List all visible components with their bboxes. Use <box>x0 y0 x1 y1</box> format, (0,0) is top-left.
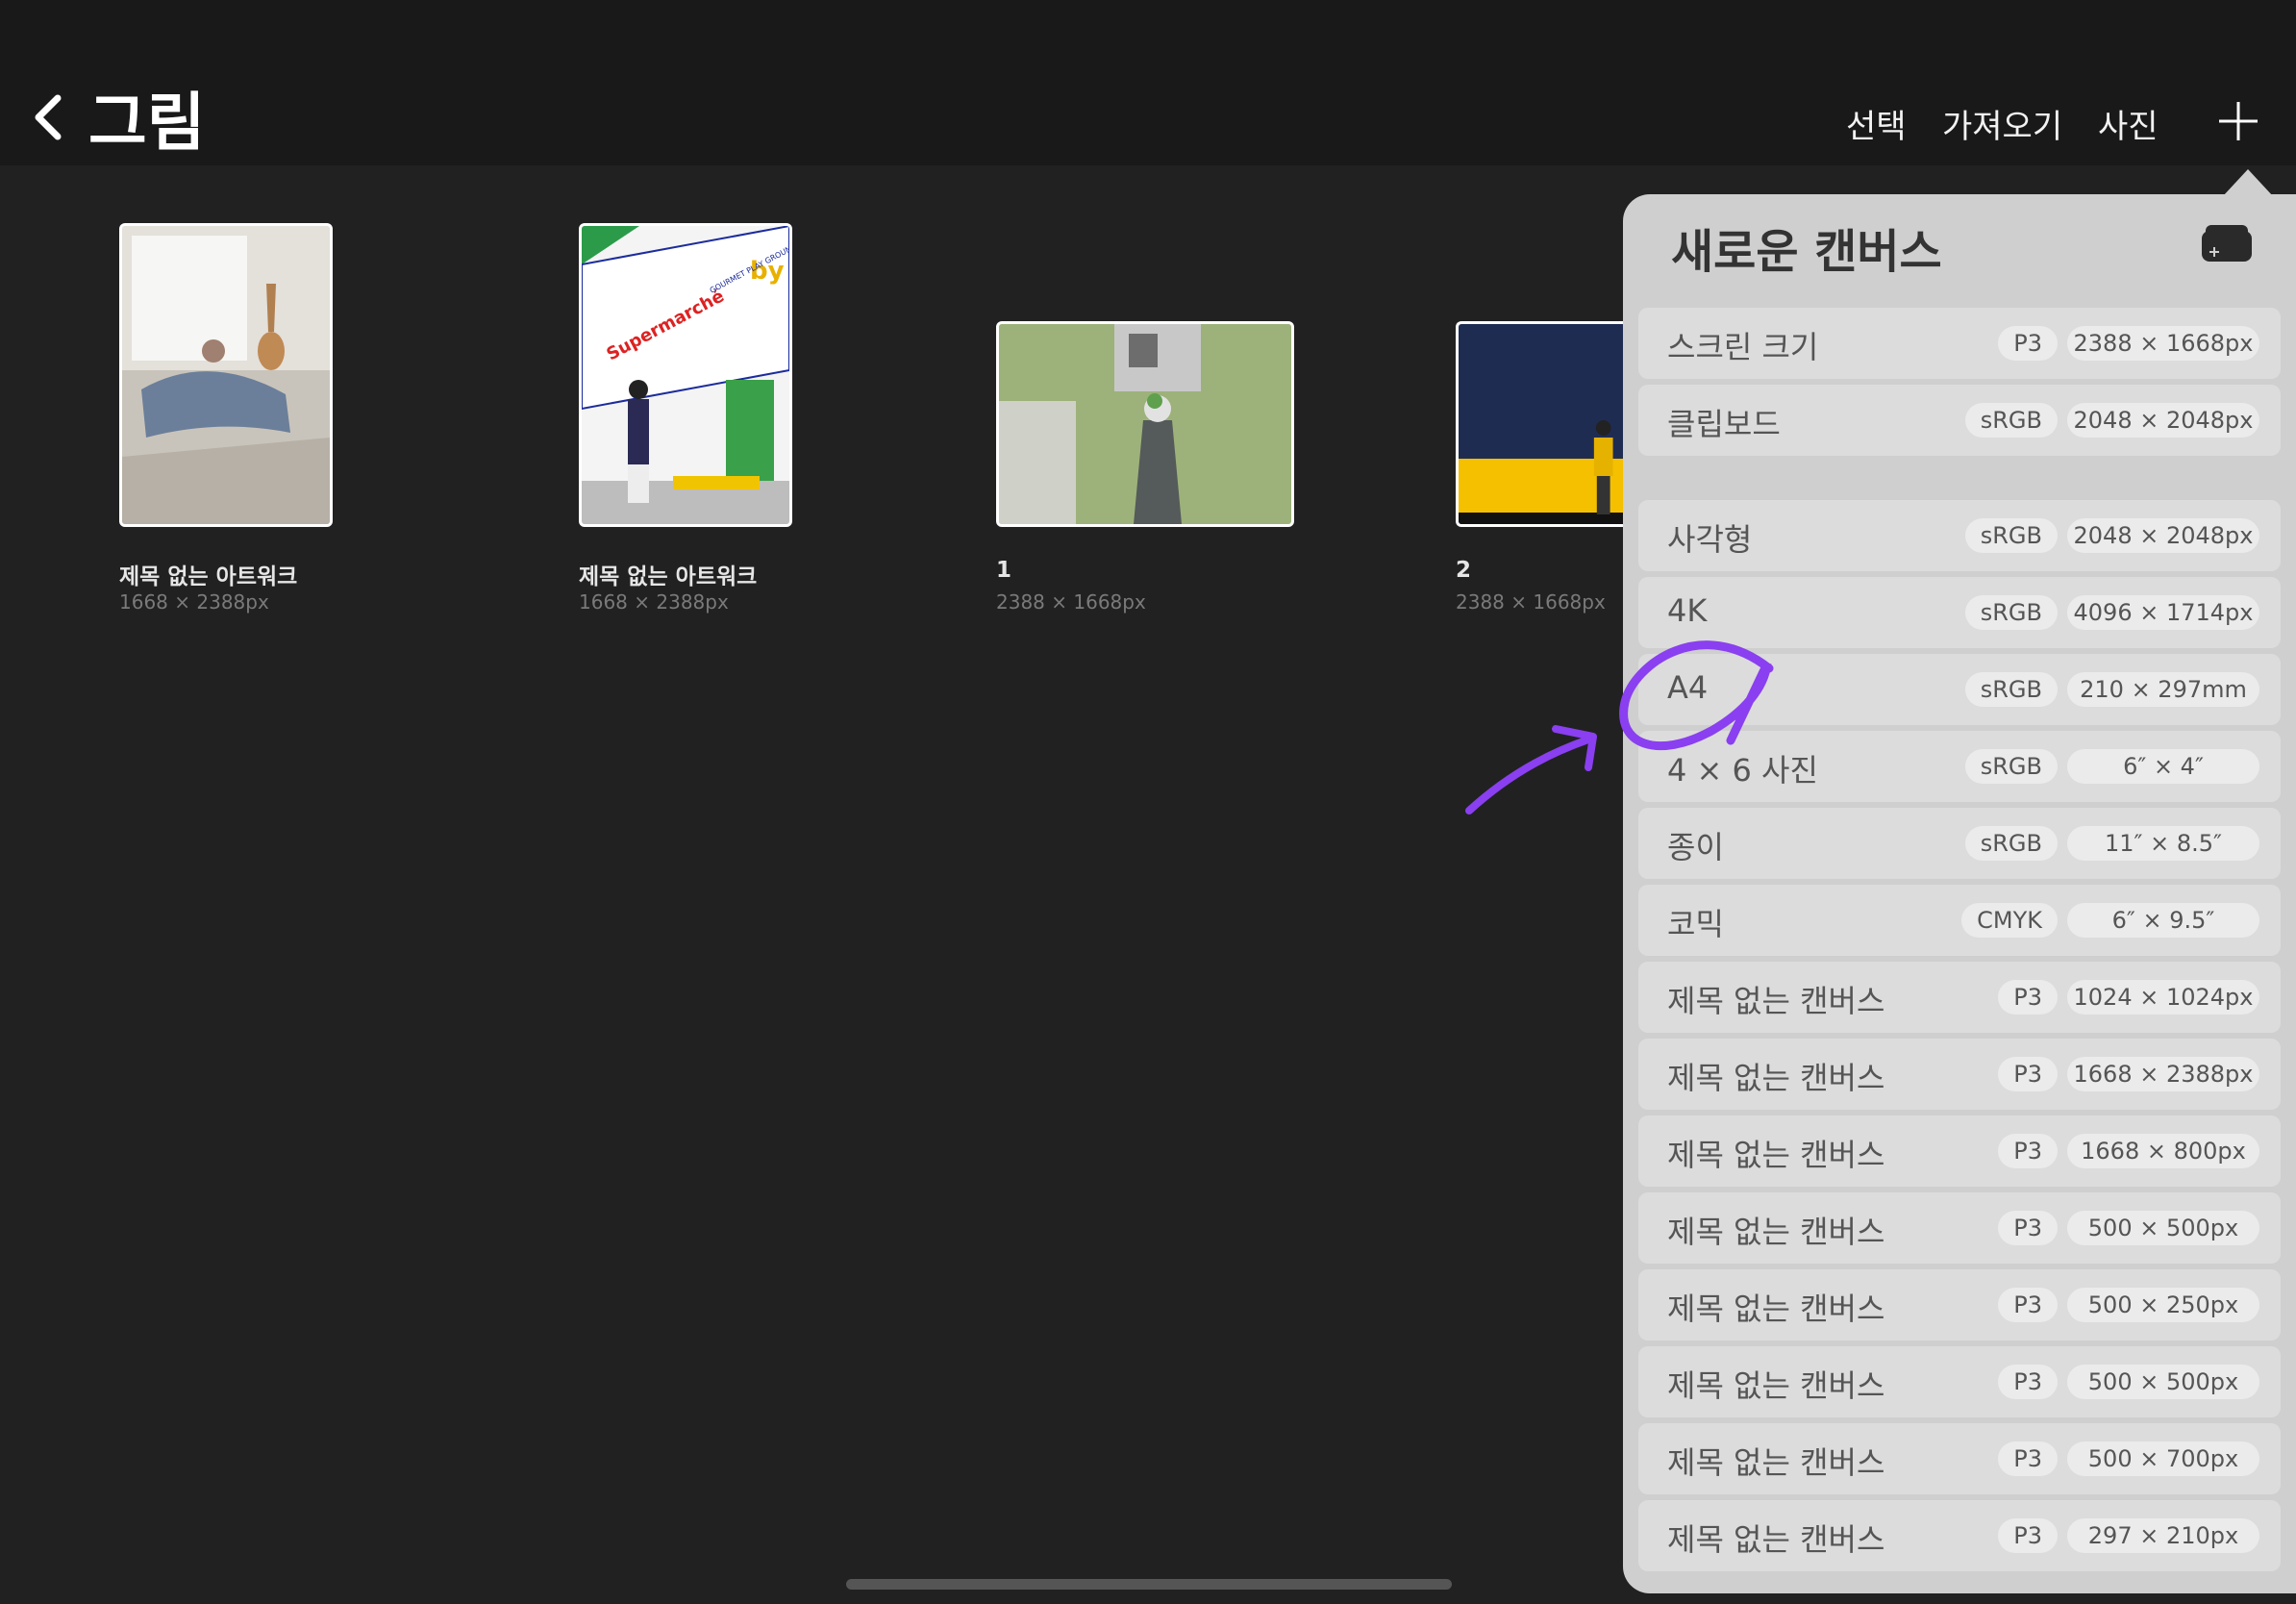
popover-title: 새로운 캔버스 <box>1671 225 1942 279</box>
dimensions-badge: 1024 × 1024px <box>2067 980 2259 1015</box>
dimensions-badge: 6″ × 4″ <box>2067 749 2259 784</box>
artwork-size: 1668 × 2388px <box>579 590 729 614</box>
artwork-thumbnail[interactable] <box>1456 321 1648 527</box>
canvas-preset-row[interactable]: 제목 없는 캔버스 P3 500 × 250px <box>1638 1269 2281 1341</box>
add-canvas-button[interactable] <box>2217 100 2259 142</box>
artwork-name: 2 <box>1456 558 1472 583</box>
preset-label: 제목 없는 캔버스 <box>1667 983 1885 1019</box>
colorspace-badge: sRGB <box>1964 403 2058 438</box>
canvas-preset-row[interactable]: 제목 없는 캔버스 P3 297 × 210px <box>1638 1500 2281 1571</box>
canvas-preset-row[interactable]: A4 sRGB 210 × 297mm <box>1638 654 2281 725</box>
ivy-wall-photo <box>999 324 1291 524</box>
colorspace-badge: P3 <box>1998 1441 2058 1476</box>
colorspace-badge: sRGB <box>1964 518 2058 553</box>
colorspace-badge: CMYK <box>1961 903 2058 938</box>
dimensions-badge: 4096 × 1714px <box>2067 595 2259 630</box>
colorspace-badge: P3 <box>1998 1518 2058 1553</box>
dimensions-badge: 2048 × 2048px <box>2067 403 2259 438</box>
canvas-preset-row[interactable]: 제목 없는 캔버스 P3 500 × 500px <box>1638 1346 2281 1417</box>
canvas-preset-row[interactable]: 제목 없는 캔버스 P3 500 × 500px <box>1638 1192 2281 1264</box>
dimensions-badge: 500 × 500px <box>2067 1365 2259 1399</box>
arrow-annotation <box>1465 735 1595 815</box>
colorspace-badge: P3 <box>1998 1134 2058 1168</box>
preset-label: 사각형 <box>1667 521 1753 558</box>
import-button[interactable]: 가져오기 <box>1942 100 2062 147</box>
colorspace-badge: P3 <box>1998 980 2058 1015</box>
colorspace-badge: sRGB <box>1964 595 2058 630</box>
preset-label: 클립보드 <box>1667 406 1781 442</box>
preset-label: 제목 없는 캔버스 <box>1667 1444 1885 1481</box>
artwork-name: 제목 없는 아트워크 <box>579 564 758 589</box>
dimensions-badge: 500 × 700px <box>2067 1441 2259 1476</box>
preset-label: 스크린 크기 <box>1667 329 1819 365</box>
canvas-preset-row[interactable]: 종이 sRGB 11″ × 8.5″ <box>1638 808 2281 879</box>
canvas-preset-row[interactable]: 제목 없는 캔버스 P3 1024 × 1024px <box>1638 962 2281 1033</box>
dimensions-badge: 11″ × 8.5″ <box>2067 826 2259 861</box>
dimensions-badge: 500 × 500px <box>2067 1211 2259 1245</box>
preset-label: 제목 없는 캔버스 <box>1667 1060 1885 1096</box>
dimensions-badge: 1668 × 800px <box>2067 1134 2259 1168</box>
home-indicator[interactable] <box>846 1579 1452 1590</box>
artwork-thumbnail[interactable] <box>119 223 333 527</box>
plus-icon <box>2219 102 2258 140</box>
popover-caret <box>2223 169 2273 196</box>
artwork-size: 1668 × 2388px <box>119 590 269 614</box>
preset-label: 종이 <box>1667 829 1724 865</box>
dimensions-badge: 297 × 210px <box>2067 1518 2259 1553</box>
canvas-preset-row[interactable]: 스크린 크기 P3 2388 × 1668px <box>1638 308 2281 379</box>
colorspace-badge: sRGB <box>1964 826 2058 861</box>
preset-label: 4K <box>1667 592 1708 629</box>
artwork-thumbnail[interactable]: Supermarché by GOURMET PLAY GROUND <box>579 223 792 527</box>
preset-label: 제목 없는 캔버스 <box>1667 1137 1885 1173</box>
top-bar: 그림 선택 가져오기 사진 <box>0 0 2296 165</box>
colorspace-badge: P3 <box>1998 1057 2058 1091</box>
new-canvas-popover: 새로운 캔버스 스크린 크기 P3 2388 × 1668px 클립보드 sRGB 204… <box>1623 194 2296 1593</box>
artwork-size: 2388 × 1668px <box>996 590 1146 614</box>
new-folder-icon[interactable] <box>2200 223 2254 263</box>
preset-label: 코믹 <box>1667 906 1724 942</box>
room-illustration <box>122 226 330 524</box>
artwork-thumbnail[interactable] <box>996 321 1294 527</box>
select-button[interactable]: 선택 <box>1846 100 1907 147</box>
preset-label: 4 × 6 사진 <box>1667 752 1818 789</box>
dimensions-badge: 210 × 297mm <box>2067 672 2259 707</box>
dimensions-badge: 6″ × 9.5″ <box>2067 903 2259 938</box>
canvas-preset-row[interactable]: 제목 없는 캔버스 P3 1668 × 2388px <box>1638 1039 2281 1110</box>
preset-label: 제목 없는 캔버스 <box>1667 1367 1885 1404</box>
preset-label: A4 <box>1667 669 1709 706</box>
artwork-name: 1 <box>996 558 1012 583</box>
canvas-preset-row[interactable]: 제목 없는 캔버스 P3 1668 × 800px <box>1638 1115 2281 1187</box>
colorspace-badge: P3 <box>1998 326 2058 361</box>
canvas-preset-row[interactable]: 제목 없는 캔버스 P3 500 × 700px <box>1638 1423 2281 1494</box>
colorspace-badge: sRGB <box>1964 672 2058 707</box>
supermarket-illustration: Supermarché by GOURMET PLAY GROUND <box>582 226 789 524</box>
page-title: 그림 <box>88 86 206 160</box>
colorspace-badge: sRGB <box>1964 749 2058 784</box>
colorspace-badge: P3 <box>1998 1365 2058 1399</box>
preset-label: 제목 없는 캔버스 <box>1667 1214 1885 1250</box>
dimensions-badge: 2388 × 1668px <box>2067 326 2259 361</box>
night-figure-illustration <box>1459 324 1648 524</box>
artwork-name: 제목 없는 아트워크 <box>119 564 298 589</box>
colorspace-badge: P3 <box>1998 1211 2058 1245</box>
artwork-size: 2388 × 1668px <box>1456 590 1606 614</box>
canvas-preset-row[interactable]: 4K sRGB 4096 × 1714px <box>1638 577 2281 648</box>
arrow-head-annotation <box>1552 725 1597 771</box>
back-button[interactable]: 그림 <box>29 71 205 163</box>
canvas-preset-row[interactable]: 코믹 CMYK 6″ × 9.5″ <box>1638 885 2281 956</box>
photo-button[interactable]: 사진 <box>2098 100 2159 147</box>
preset-label: 제목 없는 캔버스 <box>1667 1521 1885 1558</box>
canvas-preset-row[interactable]: 4 × 6 사진 sRGB 6″ × 4″ <box>1638 731 2281 802</box>
preset-label: 제목 없는 캔버스 <box>1667 1291 1885 1327</box>
chevron-left-icon <box>35 94 62 140</box>
colorspace-badge: P3 <box>1998 1288 2058 1322</box>
dimensions-badge: 500 × 250px <box>2067 1288 2259 1322</box>
canvas-preset-row[interactable]: 사각형 sRGB 2048 × 2048px <box>1638 500 2281 571</box>
dimensions-badge: 1668 × 2388px <box>2067 1057 2259 1091</box>
canvas-preset-row[interactable]: 클립보드 sRGB 2048 × 2048px <box>1638 385 2281 456</box>
dimensions-badge: 2048 × 2048px <box>2067 518 2259 553</box>
